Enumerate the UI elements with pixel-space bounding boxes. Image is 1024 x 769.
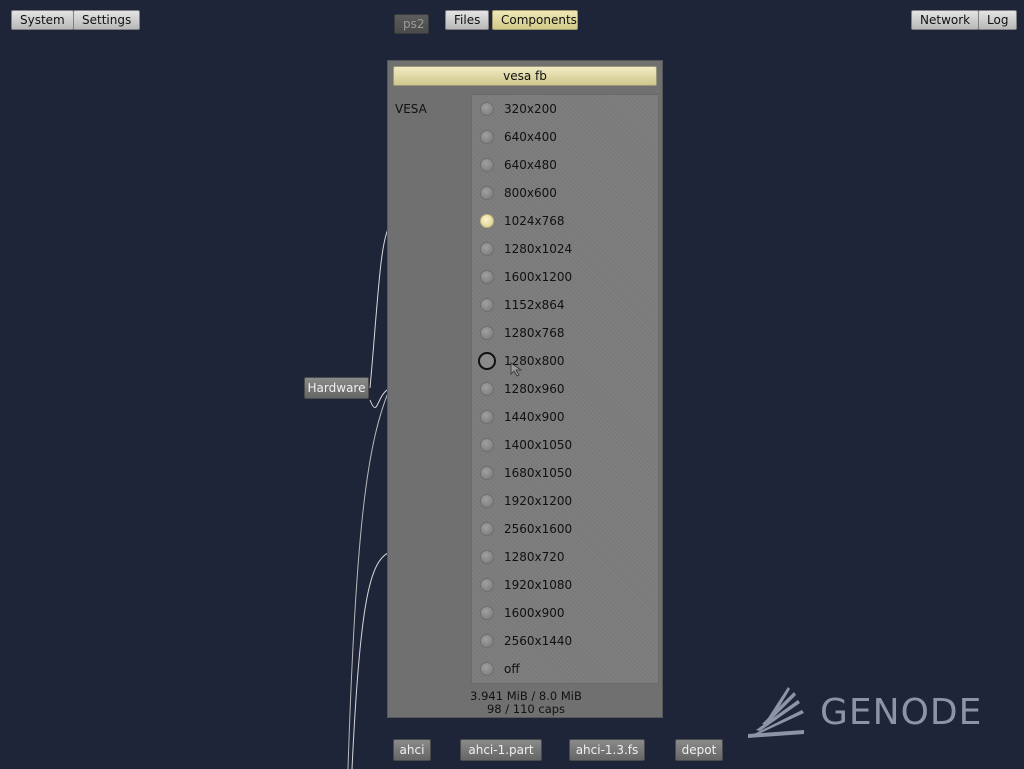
resolution-option[interactable]: 640x400: [472, 123, 658, 151]
vesa-label: VESA: [395, 102, 427, 116]
ahci-node[interactable]: ahci: [393, 739, 431, 761]
resolution-label: 1280x960: [504, 382, 565, 396]
resolution-label: 1280x720: [504, 550, 565, 564]
resolution-label: 1440x900: [504, 410, 565, 424]
radio-button-icon[interactable]: [478, 352, 496, 370]
radio-button-icon[interactable]: [480, 270, 494, 284]
connection-line: [351, 551, 391, 769]
resolution-option[interactable]: 1920x1080: [472, 571, 658, 599]
resolution-option[interactable]: 1280x768: [472, 319, 658, 347]
depot-node[interactable]: depot: [675, 739, 723, 761]
resolution-option[interactable]: 1680x1050: [472, 459, 658, 487]
radio-button-icon[interactable]: [480, 438, 494, 452]
radio-button-icon[interactable]: [480, 214, 494, 228]
caps-stats: 98 / 110 caps: [486, 702, 566, 716]
resolution-option[interactable]: 2560x1600: [472, 515, 658, 543]
resolution-label: 1920x1080: [504, 578, 573, 592]
radio-button-icon[interactable]: [480, 298, 494, 312]
resolution-option[interactable]: 320x200: [472, 95, 658, 123]
radio-button-icon[interactable]: [480, 102, 494, 116]
radio-button-icon[interactable]: [480, 130, 494, 144]
resolution-option[interactable]: 1024x768: [472, 207, 658, 235]
panel-title[interactable]: vesa fb: [393, 66, 657, 86]
resolution-option[interactable]: 640x480: [472, 151, 658, 179]
radio-button-icon[interactable]: [480, 550, 494, 564]
hardware-node[interactable]: Hardware: [304, 377, 369, 399]
radio-button-icon[interactable]: [480, 494, 494, 508]
radio-button-icon[interactable]: [480, 606, 494, 620]
resolution-label: 1152x864: [504, 298, 565, 312]
radio-button-icon[interactable]: [480, 158, 494, 172]
genode-logo-text: GENODE: [820, 692, 983, 733]
resolution-option[interactable]: 1280x960: [472, 375, 658, 403]
resolution-option[interactable]: 1600x900: [472, 599, 658, 627]
resolution-option[interactable]: 2560x1440: [472, 627, 658, 655]
genode-logo-icon: [748, 687, 804, 738]
radio-button-icon[interactable]: [480, 662, 494, 676]
resolution-list: 320x200 640x400 640x480 800x600 1024x768 1280…: [471, 94, 659, 684]
resolution-label: 1920x1200: [504, 494, 573, 508]
resolution-option[interactable]: off: [472, 655, 658, 683]
resolution-option[interactable]: 1280x800: [472, 347, 658, 375]
radio-button-icon[interactable]: [480, 634, 494, 648]
resolution-label: 640x480: [504, 158, 557, 172]
resolution-label: 800x600: [504, 186, 557, 200]
resolution-label: 1024x768: [504, 214, 565, 228]
connection-line: [347, 387, 391, 769]
resolution-option[interactable]: 1920x1200: [472, 487, 658, 515]
resolution-label: 1280x768: [504, 326, 565, 340]
component-panel: vesa fb VESA 320x200 640x400 640x480 800x60…: [387, 60, 663, 718]
radio-button-icon[interactable]: [480, 382, 494, 396]
resolution-option[interactable]: 1280x1024: [472, 235, 658, 263]
resolution-option[interactable]: 1152x864: [472, 291, 658, 319]
resolution-option[interactable]: 1440x900: [472, 403, 658, 431]
resolution-label: 1600x1200: [504, 270, 573, 284]
ahci-part-node[interactable]: ahci-1.part: [460, 739, 542, 761]
ahci-fs-node[interactable]: ahci-1.3.fs: [569, 739, 645, 761]
radio-button-icon[interactable]: [480, 186, 494, 200]
radio-button-icon[interactable]: [480, 410, 494, 424]
radio-button-icon[interactable]: [480, 466, 494, 480]
radio-button-icon[interactable]: [480, 326, 494, 340]
resolution-option[interactable]: 800x600: [472, 179, 658, 207]
resolution-label: 2560x1440: [504, 634, 573, 648]
resolution-label: 1600x900: [504, 606, 565, 620]
resolution-label: 1280x1024: [504, 242, 573, 256]
resolution-label: 640x400: [504, 130, 557, 144]
resolution-label: 1680x1050: [504, 466, 573, 480]
radio-button-icon[interactable]: [480, 522, 494, 536]
resolution-option[interactable]: 1600x1200: [472, 263, 658, 291]
resolution-label: 320x200: [504, 102, 557, 116]
radio-button-icon[interactable]: [480, 578, 494, 592]
resolution-option[interactable]: 1400x1050: [472, 431, 658, 459]
resolution-option[interactable]: 1280x720: [472, 543, 658, 571]
radio-button-icon[interactable]: [480, 242, 494, 256]
mouse-pointer-icon: [510, 362, 523, 377]
resolution-label: off: [504, 662, 520, 676]
resolution-label: 2560x1600: [504, 522, 573, 536]
resolution-label: 1400x1050: [504, 438, 573, 452]
